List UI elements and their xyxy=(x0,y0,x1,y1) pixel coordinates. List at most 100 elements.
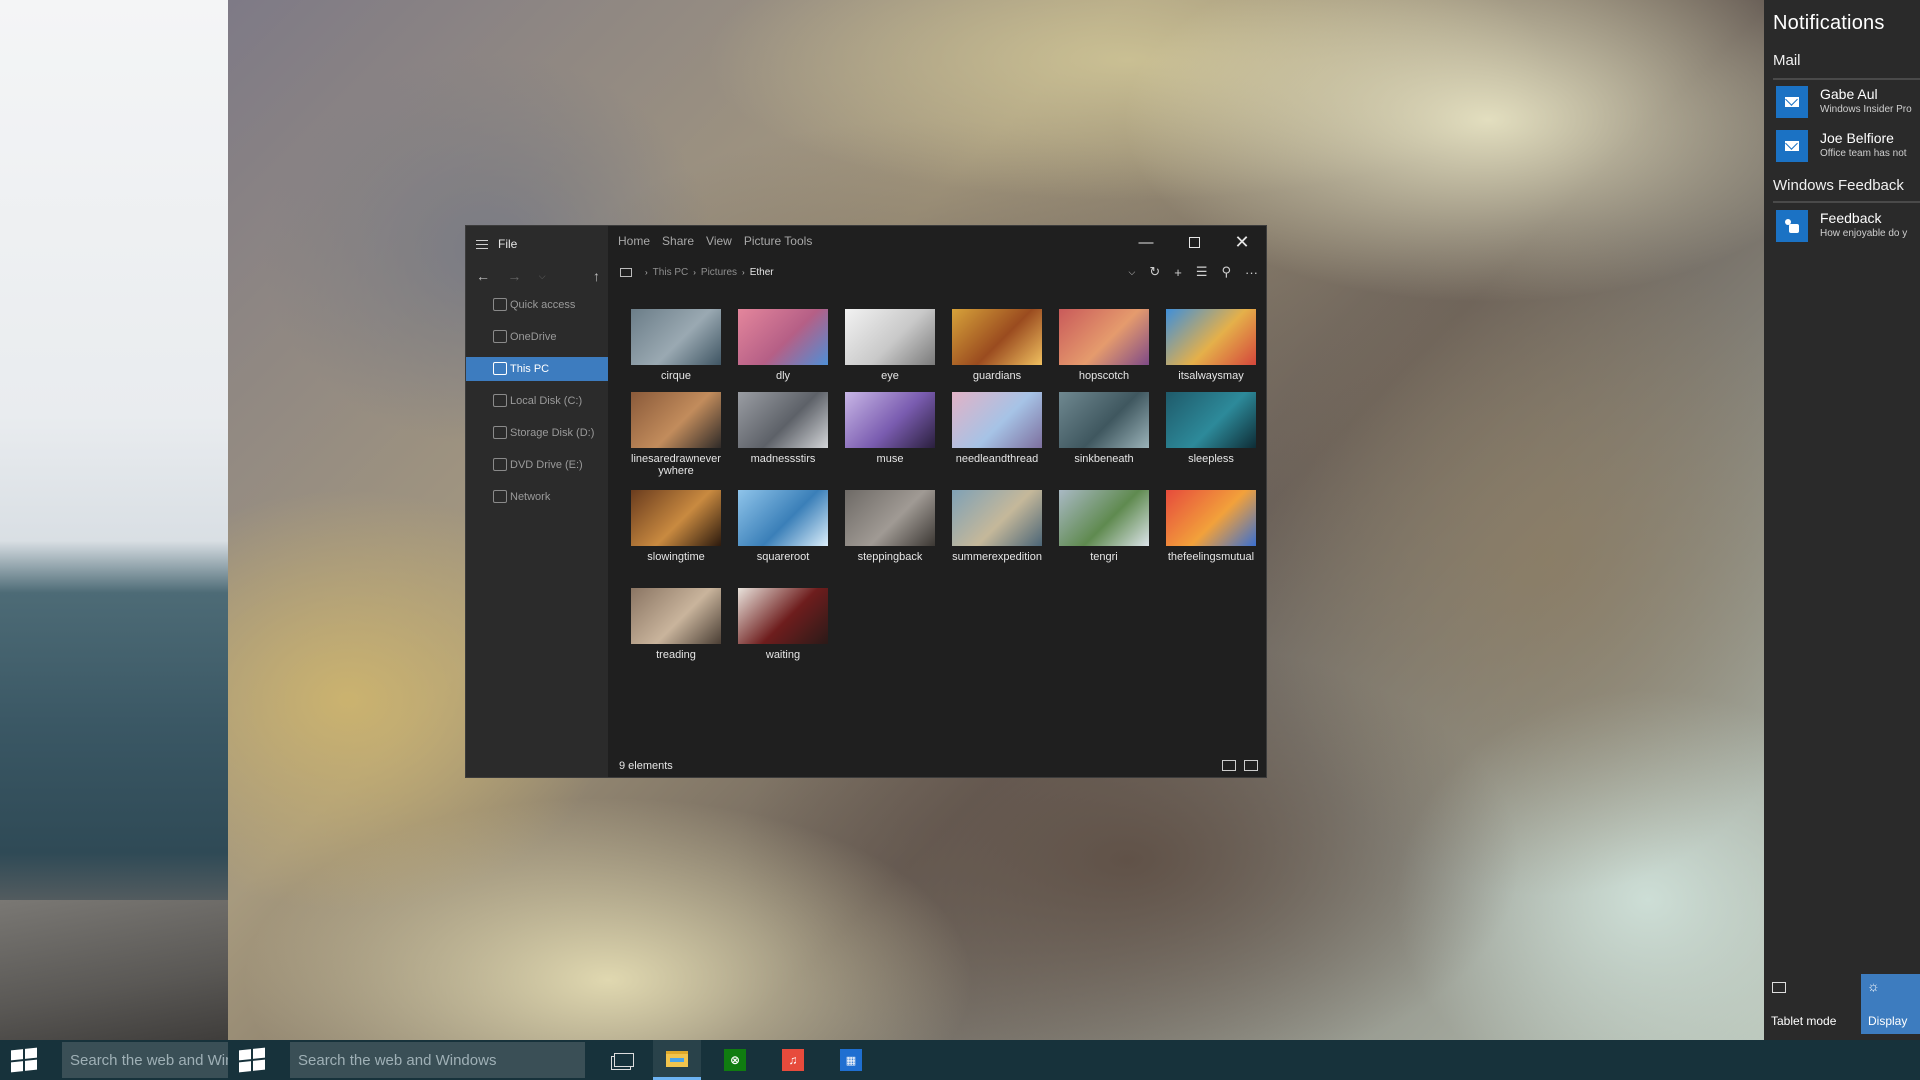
file-tile[interactable]: sinkbeneath xyxy=(1056,392,1152,465)
file-tile[interactable]: linesaredrawneverywhere xyxy=(628,392,724,477)
image-thumbnail[interactable] xyxy=(952,309,1042,365)
image-thumbnail[interactable] xyxy=(952,490,1042,546)
start-button[interactable] xyxy=(228,1040,276,1080)
file-tile[interactable]: sleepless xyxy=(1163,392,1259,465)
image-thumbnail[interactable] xyxy=(952,392,1042,448)
image-thumbnail[interactable] xyxy=(1059,309,1149,365)
image-thumbnail[interactable] xyxy=(738,392,828,448)
image-thumbnail[interactable] xyxy=(738,309,828,365)
file-tile[interactable]: eye xyxy=(842,309,938,382)
search-box[interactable]: Search the web and Windows xyxy=(62,1042,228,1078)
file-name: sleepless xyxy=(1188,453,1234,465)
image-thumbnail[interactable] xyxy=(738,588,828,644)
hamburger-icon[interactable] xyxy=(476,239,488,249)
file-tile[interactable]: needleandthread xyxy=(949,392,1045,465)
back-arrow-icon[interactable]: ← xyxy=(476,268,490,284)
tab-home[interactable]: Home xyxy=(618,234,650,248)
image-thumbnail[interactable] xyxy=(631,490,721,546)
sidebar-item-label: Storage Disk (D:) xyxy=(510,427,595,439)
refresh-icon[interactable]: ↻ xyxy=(1149,264,1160,280)
recent-chevron-icon[interactable]: ⌵ xyxy=(539,271,546,282)
nav-buttons: ← → ⌵ ↑ xyxy=(476,266,600,286)
file-name: madnessstirs xyxy=(750,453,816,465)
file-tile[interactable]: cirque xyxy=(628,309,724,382)
breadcrumb-separator-icon: › xyxy=(693,267,696,277)
breadcrumb-this-pc[interactable]: This PC xyxy=(653,267,689,278)
quick-action-display[interactable]: ☼ Display xyxy=(1861,974,1920,1034)
notification-item[interactable]: Gabe Aul Windows Insider Pro xyxy=(1773,82,1920,122)
file-menu[interactable]: File xyxy=(476,234,517,254)
groove-music-icon: ♫ xyxy=(782,1049,804,1071)
image-thumbnail[interactable] xyxy=(845,392,935,448)
file-tile[interactable]: muse xyxy=(842,392,938,465)
sidebar-item[interactable]: This PC xyxy=(466,357,608,381)
list-view-icon[interactable]: ☰ xyxy=(1196,264,1208,280)
tab-view[interactable]: View xyxy=(706,234,732,248)
image-thumbnail[interactable] xyxy=(631,588,721,644)
task-view-button[interactable] xyxy=(600,1040,648,1080)
details-view-icon[interactable] xyxy=(1222,760,1236,771)
dropdown-chevron-icon[interactable]: ⌵ xyxy=(1128,267,1135,278)
file-tile[interactable]: thefeelingsmutual xyxy=(1163,490,1259,563)
groove-music-button[interactable]: ♫ xyxy=(769,1040,817,1080)
sidebar-item[interactable]: Network xyxy=(466,485,608,509)
sidebar-item[interactable]: Quick access xyxy=(466,293,608,317)
file-tile[interactable]: summerexpedition xyxy=(949,490,1045,563)
breadcrumb-pictures[interactable]: Pictures xyxy=(701,267,737,278)
file-tile[interactable]: guardians xyxy=(949,309,1045,382)
mail-icon xyxy=(1776,130,1808,162)
image-thumbnail[interactable] xyxy=(631,309,721,365)
file-name: treading xyxy=(656,649,696,661)
thumbnail-view-icon[interactable] xyxy=(1244,760,1258,771)
new-item-icon[interactable]: + xyxy=(1174,265,1182,280)
notification-item[interactable]: Feedback How enjoyable do y xyxy=(1773,206,1920,246)
image-thumbnail[interactable] xyxy=(1059,392,1149,448)
forward-arrow-icon[interactable]: → xyxy=(507,268,521,284)
sidebar-item[interactable]: Local Disk (C:) xyxy=(466,389,608,413)
search-icon[interactable]: ⚲ xyxy=(1221,264,1231,280)
address-tools: ⌵ ↻ + ☰ ⚲ ··· xyxy=(1128,260,1258,284)
file-tile[interactable]: dly xyxy=(735,309,831,382)
image-thumbnail[interactable] xyxy=(1166,309,1256,365)
image-thumbnail[interactable] xyxy=(1059,490,1149,546)
quick-action-tablet-mode[interactable]: Tablet mode xyxy=(1764,974,1856,1034)
notification-item[interactable]: Joe Belfiore Office team has not xyxy=(1773,126,1920,166)
file-explorer-button[interactable] xyxy=(653,1040,701,1080)
xbox-button[interactable]: ⊗ xyxy=(711,1040,759,1080)
up-arrow-icon[interactable]: ↑ xyxy=(593,268,600,284)
file-tile[interactable]: squareroot xyxy=(735,490,831,563)
breadcrumb-separator-icon: › xyxy=(742,267,745,277)
calculator-button[interactable]: ▦ xyxy=(827,1040,875,1080)
image-thumbnail[interactable] xyxy=(1166,392,1256,448)
file-tile[interactable]: hopscotch xyxy=(1056,309,1152,382)
file-name: needleandthread xyxy=(955,453,1039,465)
drive-icon xyxy=(493,426,507,439)
close-button[interactable]: ✕ xyxy=(1218,226,1266,258)
maximize-button[interactable] xyxy=(1170,226,1218,258)
more-options-icon[interactable]: ··· xyxy=(1245,265,1258,280)
image-thumbnail[interactable] xyxy=(845,309,935,365)
file-tile[interactable]: itsalwaysmay xyxy=(1163,309,1259,382)
sidebar-item[interactable]: DVD Drive (E:) xyxy=(466,453,608,477)
sidebar-item[interactable]: Storage Disk (D:) xyxy=(466,421,608,445)
file-tile[interactable]: steppingback xyxy=(842,490,938,563)
image-thumbnail[interactable] xyxy=(631,392,721,448)
sidebar-item-label: This PC xyxy=(510,363,550,375)
image-thumbnail[interactable] xyxy=(1166,490,1256,546)
search-box[interactable]: Search the web and Windows xyxy=(290,1042,585,1078)
tab-picture-tools[interactable]: Picture Tools xyxy=(744,234,812,248)
file-menu-label[interactable]: File xyxy=(498,237,517,251)
file-tile[interactable]: treading xyxy=(628,588,724,661)
image-thumbnail[interactable] xyxy=(845,490,935,546)
file-tile[interactable]: slowingtime xyxy=(628,490,724,563)
tab-share[interactable]: Share xyxy=(662,234,694,248)
sidebar-item-label: Quick access xyxy=(510,299,576,311)
sidebar-item[interactable]: OneDrive xyxy=(466,325,608,349)
start-button[interactable] xyxy=(0,1040,48,1080)
breadcrumb-ether[interactable]: Ether xyxy=(750,267,774,278)
file-tile[interactable]: tengri xyxy=(1056,490,1152,563)
image-thumbnail[interactable] xyxy=(738,490,828,546)
file-tile[interactable]: waiting xyxy=(735,588,831,661)
minimize-button[interactable]: — xyxy=(1122,226,1170,258)
file-tile[interactable]: madnessstirs xyxy=(735,392,831,465)
